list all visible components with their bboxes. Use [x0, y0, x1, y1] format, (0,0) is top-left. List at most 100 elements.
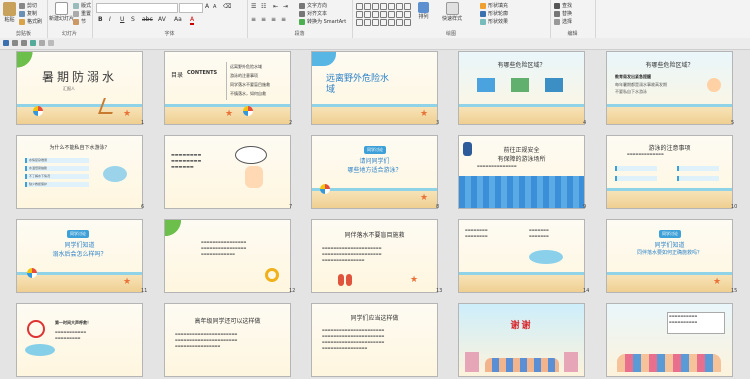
slide-thumbnail-7[interactable]: ▬▬▬▬▬▬▬▬ ▬▬▬▬▬▬▬▬ ▬▬▬▬▬▬	[165, 136, 290, 208]
change-case-button[interactable]: Aa	[174, 16, 182, 23]
slide-thumbnail-17[interactable]: 高年级同学还可以这样做 ▬▬▬▬▬▬▬▬▬▬▬▬▬▬▬▬▬▬▬▬▬▬ ▬▬▬▬▬…	[165, 304, 290, 376]
slide-thumbnail-4[interactable]: 有哪些危险区域？	[459, 52, 584, 124]
numbering-button[interactable]: ☷	[261, 3, 266, 10]
shape-item[interactable]	[364, 3, 371, 10]
slide-thumbnail-5[interactable]: 有哪些危险区域？ 教育局发出紧急提醒 每年暑期都是溺水事故高发期 不要私自下水游…	[607, 52, 732, 124]
redo-icon[interactable]	[21, 40, 27, 46]
undo-icon[interactable]	[12, 40, 18, 46]
align-center-button[interactable]: ≡	[261, 16, 266, 23]
paint-bucket-icon	[480, 3, 486, 9]
slide-thumbnail-13[interactable]: 同伴落水不要盲目施救 ▬▬▬▬▬▬▬▬▬▬▬▬▬▬▬▬▬▬▬▬▬ ▬▬▬▬▬▬▬…	[312, 220, 437, 292]
print-icon[interactable]	[39, 40, 45, 46]
swimmer-illustration	[103, 166, 127, 182]
shape-outline-button[interactable]: 形状轮廓	[480, 11, 508, 17]
replace-button[interactable]: 替换	[554, 11, 572, 17]
slide-thumbnail-6[interactable]: 为什么不能私自下水游泳？ 水情复杂难测 水温低易抽筋 不了解水下情况 缺少救援保…	[17, 136, 142, 208]
shape-item[interactable]	[380, 3, 387, 10]
shape-item[interactable]	[396, 3, 403, 10]
slide-thumbnail-15[interactable]: 同学讨论 同学们知道 同伴落水要如何正确施救吗？ ★	[607, 220, 732, 292]
font-size-select[interactable]	[179, 3, 203, 13]
decrease-indent-button[interactable]: ⇤	[273, 3, 278, 10]
select-button[interactable]: 选择	[554, 19, 572, 25]
arrange-button[interactable]: 排列	[418, 2, 429, 20]
slides-group-label: 幻灯片	[61, 31, 77, 37]
slide-thumbnail-2[interactable]: 目录 CONTENTS 远离野外危险水域 游泳的注意事项 同学落水不要盲目施救 …	[165, 52, 290, 124]
slide-number: 7	[289, 204, 293, 210]
bullets-button[interactable]: ☰	[251, 3, 256, 10]
children-group-illustration	[617, 354, 721, 372]
reset-button[interactable]: 重置	[73, 11, 91, 17]
clear-format-button[interactable]: ⌫	[223, 3, 231, 10]
shape-item[interactable]	[388, 19, 395, 26]
font-name-select[interactable]	[96, 3, 178, 13]
slide-thumbnail-8[interactable]: 同学讨论 请问同学们 哪些地方适合游泳？ ★	[312, 136, 437, 208]
quick-styles-button[interactable]: 快速样式	[442, 2, 462, 22]
swimmer-illustration	[529, 250, 563, 264]
align-left-button[interactable]: ≡	[251, 16, 256, 23]
customize-toolbar-icon[interactable]	[48, 40, 54, 46]
slide-thumbnail-12[interactable]: ▬▬▬▬▬▬▬▬▬▬▬▬▬▬▬▬ ▬▬▬▬▬▬▬▬▬▬▬▬▬▬▬▬ ▬▬▬▬▬▬…	[165, 220, 290, 292]
align-text-button[interactable]: 对齐文本	[299, 11, 327, 17]
shape-item[interactable]	[364, 19, 371, 26]
shape-item[interactable]	[372, 11, 379, 18]
shape-item[interactable]	[356, 11, 363, 18]
slide-thumbnail-10[interactable]: 游泳的注意事项 ▬▬▬▬▬▬▬▬▬▬▬▬▬	[607, 136, 732, 208]
text-direction-button[interactable]: 文字方向	[299, 3, 327, 9]
cut-button[interactable]: 剪切	[19, 3, 37, 9]
font-color-button[interactable]: A	[190, 16, 195, 25]
slide-thumbnail-11[interactable]: 同学讨论 同学们知道 溺水后会怎么样吗？ ★	[17, 220, 142, 292]
shape-item[interactable]	[356, 19, 363, 26]
format-painter-button[interactable]: 格式刷	[19, 19, 42, 25]
paste-icon	[3, 2, 16, 16]
slide-thumbnail-14[interactable]: ▬▬▬▬▬▬▬▬ ▬▬▬▬▬▬▬▬ ▬▬▬▬▬▬▬ ▬▬▬▬▬▬▬	[459, 220, 584, 292]
underline-button[interactable]: U	[120, 16, 124, 23]
new-slide-button[interactable]: 新建幻灯片	[49, 2, 74, 22]
char-spacing-button[interactable]: AV	[158, 16, 166, 23]
shape-item[interactable]	[388, 11, 395, 18]
slide-thumbnail-9[interactable]: 前往正规安全 有保障的游泳场所 ▬▬▬▬▬▬▬▬▬▬▬▬▬▬	[459, 136, 584, 208]
shape-fill-button[interactable]: 形状填充	[480, 3, 508, 9]
slide-thumbnail-18[interactable]: 同学们应当这样做 ▬▬▬▬▬▬▬▬▬▬▬▬▬▬▬▬▬▬▬▬▬▬ ▬▬▬▬▬▬▬▬…	[312, 304, 437, 376]
justify-button[interactable]: ≡	[281, 16, 286, 23]
paragraph-placeholder: ▬▬▬▬▬▬▬▬▬▬▬▬▬▬▬▬▬▬▬▬▬▬	[175, 332, 238, 336]
slide-number: 12	[289, 288, 296, 294]
shape-effects-button[interactable]: 形状效果	[480, 19, 508, 25]
shape-item[interactable]	[404, 19, 411, 26]
shape-item[interactable]	[396, 19, 403, 26]
slide-thumbnail-19[interactable]: 谢谢	[459, 304, 584, 376]
slide-thumbnail-16[interactable]: 第一时间大声呼救！ ▬▬▬▬▬▬▬▬▬▬▬ ▬▬▬▬▬▬▬▬▬	[17, 304, 142, 376]
save-icon[interactable]	[3, 40, 9, 46]
contents-item: 不慎落水，如何自救	[230, 91, 266, 96]
shape-item[interactable]	[372, 3, 379, 10]
font-group-label: 字体	[164, 31, 175, 37]
increase-indent-button[interactable]: ⇥	[283, 3, 288, 10]
shape-item[interactable]	[396, 11, 403, 18]
shrink-font-button[interactable]: A	[213, 4, 216, 10]
bold-button[interactable]: B	[98, 16, 103, 23]
slide-thumbnail-1[interactable]: 暑期防溺水 汇报人 ★	[17, 52, 142, 124]
shadow-button[interactable]: S	[131, 16, 135, 23]
slide-number: 3	[436, 120, 440, 126]
grow-font-button[interactable]: A	[205, 3, 209, 10]
slide-thumbnail-20[interactable]: ▬▬▬▬▬▬▬▬▬▬ ▬▬▬▬▬▬▬▬▬▬	[607, 304, 732, 376]
shape-item[interactable]	[364, 11, 371, 18]
italic-button[interactable]: I	[109, 16, 111, 23]
shapes-gallery[interactable]	[356, 3, 411, 26]
align-right-button[interactable]: ≡	[271, 16, 276, 23]
start-slideshow-icon[interactable]	[30, 40, 36, 46]
shape-item[interactable]	[388, 3, 395, 10]
find-button[interactable]: 查找	[554, 3, 572, 9]
shape-item[interactable]	[356, 3, 363, 10]
shape-item[interactable]	[404, 11, 411, 18]
shape-item[interactable]	[380, 19, 387, 26]
smartart-button[interactable]: 转换为 SmartArt	[299, 19, 346, 25]
shape-item[interactable]	[380, 11, 387, 18]
copy-button[interactable]: 复制	[19, 11, 37, 17]
slide-thumbnail-3[interactable]: 远离野外危险水域 ★	[312, 52, 437, 124]
layout-button[interactable]: 版式	[73, 3, 91, 9]
section-button[interactable]: 节	[73, 19, 86, 25]
strikethrough-button[interactable]: abc	[142, 16, 153, 23]
shape-item[interactable]	[404, 3, 411, 10]
paste-button[interactable]: 粘贴	[3, 2, 16, 23]
shape-item[interactable]	[372, 19, 379, 26]
